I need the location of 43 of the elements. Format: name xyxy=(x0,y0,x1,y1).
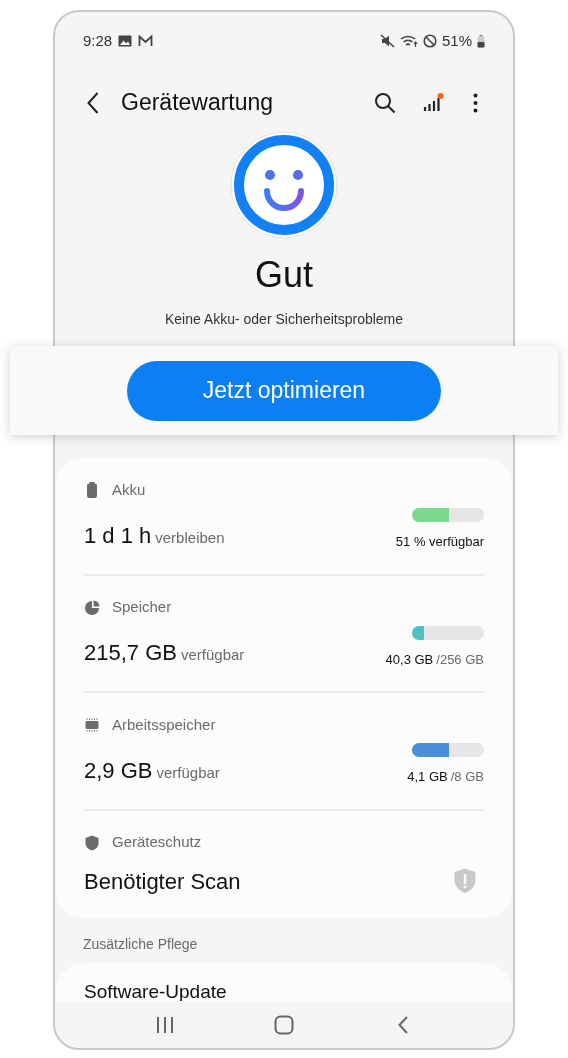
recent-apps-icon xyxy=(155,1015,174,1034)
back-icon xyxy=(87,91,99,114)
item-unit: verfügbar xyxy=(180,645,245,666)
page-title: Gerätewartung xyxy=(121,88,275,118)
item-label: Akku xyxy=(112,479,146,500)
item-value: 215,7 GB xyxy=(84,639,177,668)
usage-detail: 40,3 GB xyxy=(385,650,434,669)
bar-chart-icon xyxy=(422,91,444,114)
back-nav-icon xyxy=(398,1015,409,1034)
pie-chart-icon xyxy=(84,599,100,616)
status-title: Gut xyxy=(255,253,313,298)
mail-icon xyxy=(138,35,154,47)
care-item[interactable]: Software-Update xyxy=(84,980,484,1002)
image-icon xyxy=(118,35,133,47)
usage-total: /8 GB xyxy=(450,768,484,787)
shield-alert-icon xyxy=(454,867,476,894)
optimize-button[interactable]: Jetzt optimieren xyxy=(127,360,441,421)
item-value: 2,9 GB xyxy=(84,756,153,785)
item-unit: verbleiben xyxy=(155,527,225,548)
item-value: Benötigter Scan xyxy=(84,867,241,896)
item-label: Geräteschutz xyxy=(112,832,202,853)
shield-icon xyxy=(85,834,99,851)
usage-total: /256 GB xyxy=(436,650,484,669)
battery-percent: 51% xyxy=(441,30,472,51)
usage-detail: 51 % verfügbar xyxy=(395,533,484,552)
item-unit: verfügbar xyxy=(156,762,220,783)
item-label: Speicher xyxy=(112,597,172,618)
status-time: 9:28 xyxy=(83,30,113,51)
battery-status-icon xyxy=(477,34,485,48)
usage-detail: 4,1 GB xyxy=(407,768,448,787)
smiley-icon xyxy=(230,131,338,240)
wifi-icon xyxy=(399,34,418,48)
search-icon xyxy=(374,91,396,114)
mute-icon xyxy=(379,34,395,48)
chip-icon xyxy=(84,717,100,734)
blocked-icon xyxy=(422,34,437,48)
more-options-icon xyxy=(472,92,478,113)
item-value: 1 d 1 h xyxy=(84,521,152,550)
battery-icon xyxy=(86,482,98,499)
home-icon xyxy=(274,1014,294,1035)
item-label: Arbeitsspeicher xyxy=(112,714,216,735)
section-heading: Zusätzliche Pflege xyxy=(82,934,199,954)
status-subtitle: Keine Akku- oder Sicherheitsprobleme xyxy=(164,310,404,330)
